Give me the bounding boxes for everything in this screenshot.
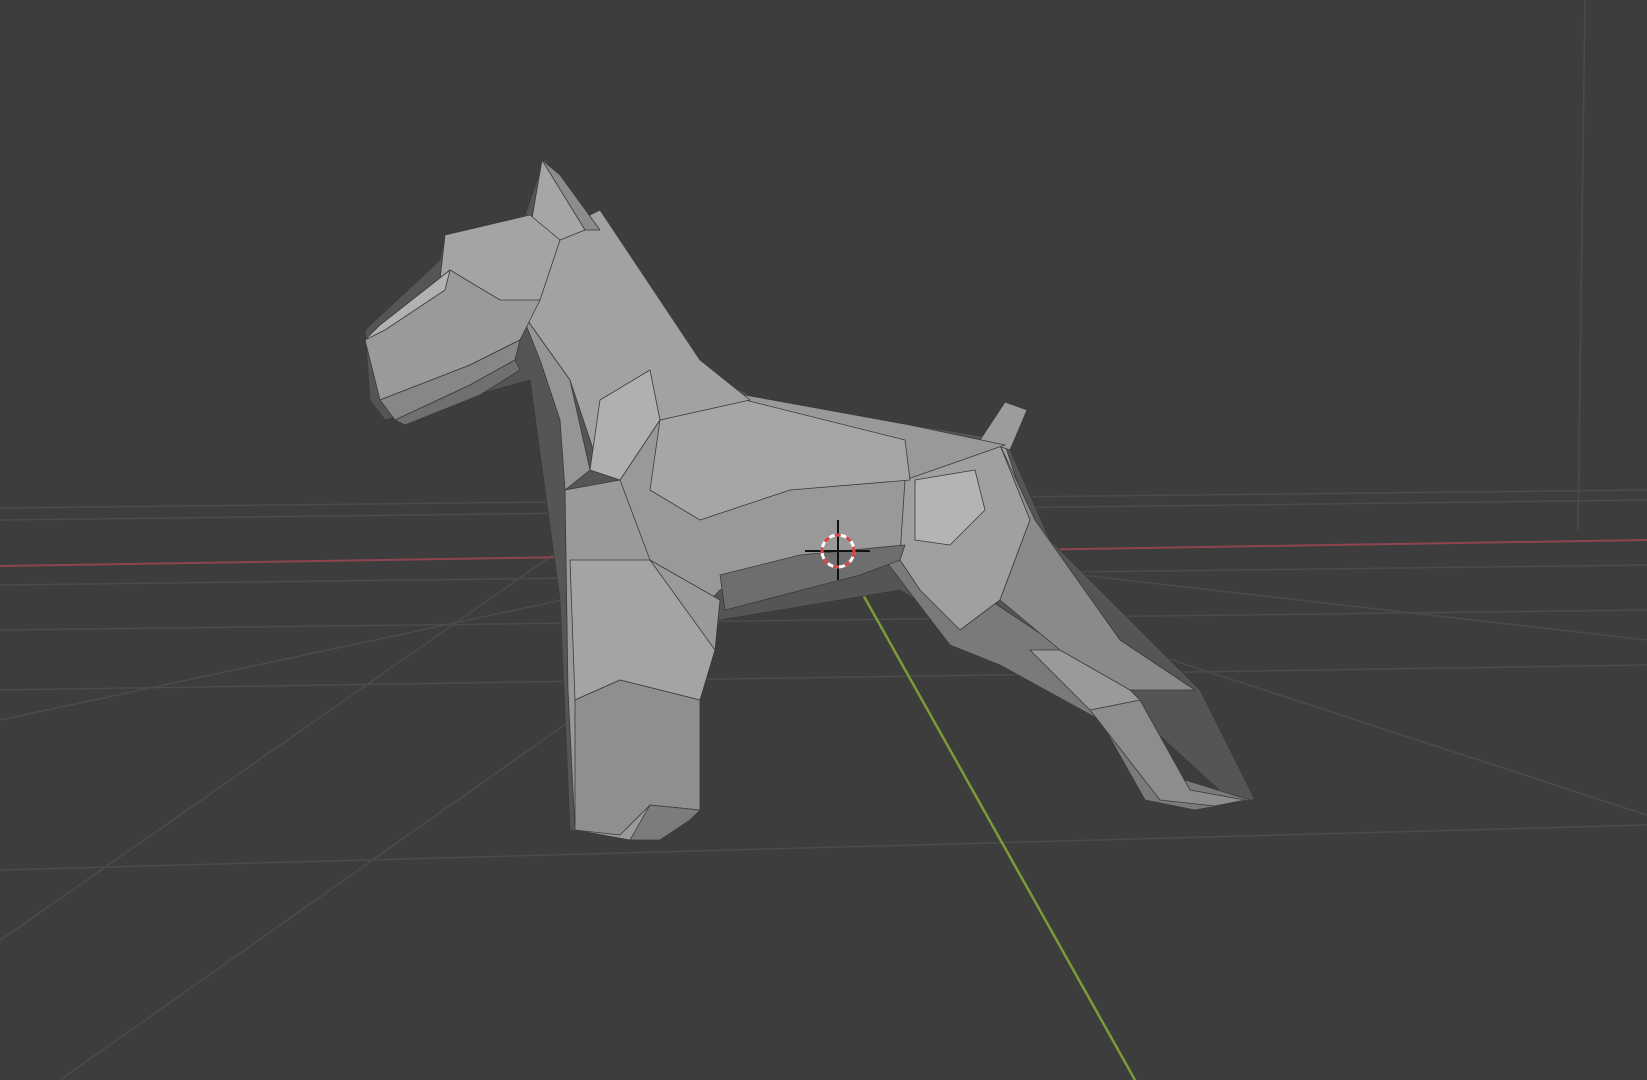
- 3d-viewport[interactable]: [0, 0, 1647, 1080]
